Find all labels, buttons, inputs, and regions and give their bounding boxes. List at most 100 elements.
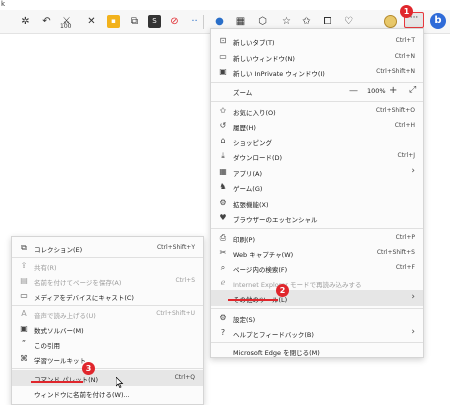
menu-item-new-window[interactable]: ▭ 新しいウィンドウ(N) Ctrl+N [211,49,423,65]
ext-100-label: 100 [60,23,72,30]
menu-item-label: ブラウザーのエッセンシャル [233,216,318,224]
menu-item-label: Web キャプチャ(W) [233,251,294,259]
highlight-underline [31,381,83,383]
menu-item-games[interactable]: ♞ ゲーム(G) [211,179,423,195]
capture-icon: ✂ [219,248,227,257]
menu-item-shortcut: Ctrl+F [395,264,415,271]
more-tools-submenu: ⧉ コレクション(E) Ctrl+Shift+Y ⇪ 共有(R) ▤ 名前を付け… [11,236,204,405]
step-badge-2: 2 [276,284,289,297]
menu-item-shortcut: Ctrl+Shift+S [376,249,415,256]
settings-icon: ⚙ [219,313,227,322]
essentials-icon: ♥ [219,213,227,222]
star-icon[interactable]: ☆ [280,15,293,28]
window-title-fragment: k [1,0,6,8]
grid-icon[interactable]: ▦ [234,15,247,28]
ie-icon: ℯ [220,278,226,287]
yellow-square-icon[interactable]: ▪ [107,15,120,28]
toolbar-separator [203,15,204,29]
menu-separator [211,101,423,102]
submenu-item-cast[interactable]: ▭ メディアをデバイスにキャスト(C) [12,288,203,304]
menu-item-label: 設定(S) [233,316,256,324]
menu-item-label: ショッピング [233,139,272,147]
menu-item-settings[interactable]: ⚙ 設定(S) [211,310,423,326]
menu-item-shortcut: Ctrl+Shift+U [156,310,195,317]
blue-dots-icon[interactable]: ·· [188,15,201,28]
avatar[interactable] [384,15,397,28]
mouse-cursor-icon [116,377,124,388]
citation-icon: ” [21,339,27,348]
new-window-icon: ▭ [219,52,227,61]
menu-item-extensions[interactable]: ⚙ 拡張機能(X) [211,195,423,211]
menu-item-shortcut: Ctrl+Shift+N [376,68,415,75]
bing-icon[interactable]: b [430,13,446,29]
menu-item-label: お気に入り(O) [233,109,276,117]
menu-item-shortcut: Ctrl+S [175,277,195,284]
chevron-right-icon: › [411,292,415,302]
collections-icon[interactable]: ● [213,15,226,28]
shield-icon[interactable]: ⬡ [256,15,269,28]
shopping-icon: ⌂ [220,136,226,145]
share-icon: ⇪ [20,261,28,270]
menu-item-shortcut: Ctrl+N [394,53,415,60]
menu-item-print[interactable]: ⎙ 印刷(P) Ctrl+P [211,230,423,246]
submenu-item-learning-toolkit[interactable]: ⌘ 学習ツールキット [12,351,203,367]
menu-item-favorites[interactable]: ✩ お気に入り(O) Ctrl+Shift+O [211,103,423,119]
menu-item-label: アプリ(A) [233,170,263,178]
copy-icon[interactable]: ⧉ [128,15,141,28]
submenu-item-name-window[interactable]: ウィンドウに名前を付ける(W)... [12,385,203,401]
submenu-item-citation[interactable]: ” この引用 [12,336,203,352]
zoom-label: ズーム [233,89,253,97]
menu-item-label: 名前を付けてページを保存(A) [34,279,122,287]
menu-item-shortcut: Ctrl+Shift+Y [156,244,195,251]
menu-item-find[interactable]: ⌕ ページ内の検索(F) Ctrl+F [211,260,423,276]
menu-item-shortcut: Ctrl+Q [174,374,195,381]
s-icon[interactable]: S [148,15,161,28]
fullscreen-icon[interactable]: ⤢ [409,85,416,95]
apps-icon: ▦ [219,167,227,176]
zoom-out-button[interactable]: — [349,86,358,96]
menu-item-web-capture[interactable]: ✂ Web キャプチャ(W) Ctrl+Shift+S [211,245,423,261]
menu-item-label: ダウンロード(D) [233,154,283,162]
menu-item-ie-mode: ℯ Internet Explorer モードで再読み込みする [211,275,423,291]
favorites-icon[interactable]: ✩ [300,15,313,28]
menu-item-shopping[interactable]: ⌂ ショッピング [211,133,423,149]
save-icon: ▤ [20,276,28,285]
submenu-item-collections[interactable]: ⧉ コレクション(E) Ctrl+Shift+Y [12,240,203,256]
menu-item-label: 新しいタブ(T) [233,39,275,47]
read-aloud-icon: A [21,309,27,318]
extensions-icon: ⚙ [219,198,227,207]
menu-item-more-tools[interactable]: その他のツール(L) › [211,290,423,306]
menu-item-shortcut: Ctrl+H [394,122,415,129]
favorites-icon: ✩ [219,106,227,115]
zoom-in-button[interactable]: + [389,85,397,96]
menu-item-inprivate[interactable]: ▣ 新しい InPrivate ウィンドウ(I) Ctrl+Shift+N [211,64,423,80]
submenu-item-command-palette[interactable]: コマンド パレット(N) Ctrl+Q [12,370,203,386]
menu-item-new-tab[interactable]: ⊡ 新しいタブ(T) Ctrl+T [211,33,423,49]
submenu-item-read-aloud: A 音声で読み上げる(U) Ctrl+Shift+U [12,306,203,322]
menu-item-label: メディアをデバイスにキャスト(C) [34,294,134,302]
menu-item-apps[interactable]: ▦ アプリ(A) › [211,164,423,180]
menu-item-label: 新しいウィンドウ(N) [233,55,295,63]
heart-icon[interactable]: ♡ [342,15,355,28]
undo-icon[interactable]: ↶ [40,15,53,28]
tab-icon[interactable]: ⧠ [321,15,334,28]
menu-item-downloads[interactable]: ⤓ ダウンロード(D) Ctrl+J [211,148,423,164]
menu-item-help[interactable]: ? ヘルプとフィードバック(B) › [211,325,423,341]
close-x-icon[interactable]: ✕ [85,15,98,28]
collections-icon: ⧉ [21,243,27,252]
menu-separator [211,308,423,309]
menu-item-close-edge[interactable]: Microsoft Edge を閉じる(M) [211,343,423,359]
menu-item-history[interactable]: ↺ 履歴(H) Ctrl+H [211,118,423,134]
submenu-item-math-solver[interactable]: ▣ 数式ソルバー(M) [12,321,203,337]
menu-item-essentials[interactable]: ♥ ブラウザーのエッセンシャル [211,210,423,226]
menu-item-label: 履歴(H) [233,124,256,132]
no-icon[interactable]: ⊘ [168,15,181,28]
menu-item-label: ウィンドウに名前を付ける(W)... [34,391,130,399]
gear-icon[interactable]: ✲ [19,15,32,28]
help-icon: ? [220,328,226,337]
menu-item-label: 拡張機能(X) [233,201,269,209]
menu-item-label: この引用 [34,342,60,350]
chevron-right-icon: › [411,327,415,337]
extension-100-icon[interactable]: 100 ⚔ [60,15,73,30]
inprivate-icon: ▣ [219,67,227,76]
